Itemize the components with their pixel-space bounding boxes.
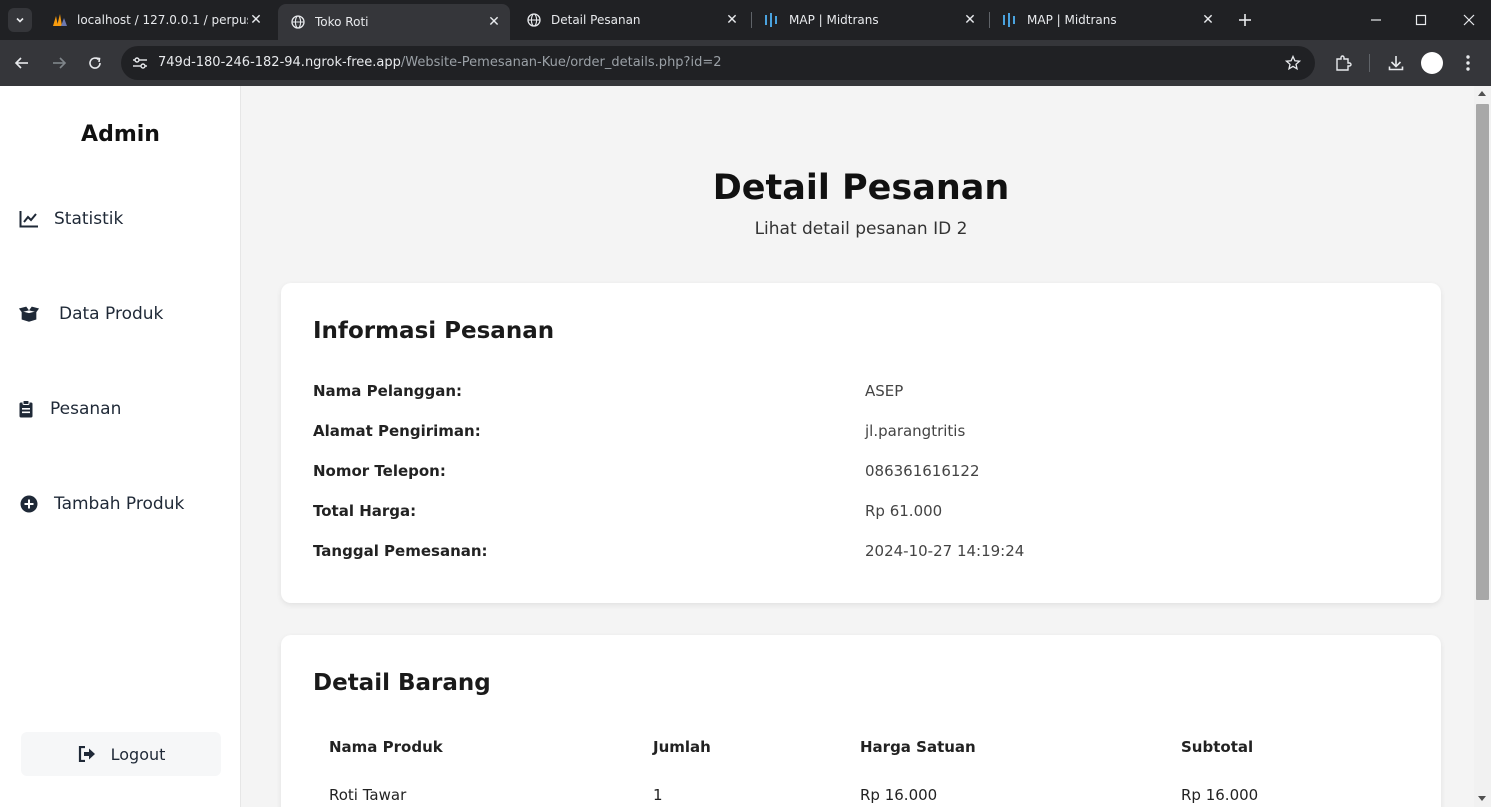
page-scrollbar[interactable]	[1474, 86, 1491, 807]
close-window-button[interactable]	[1457, 8, 1481, 32]
scrollbar-thumb[interactable]	[1476, 104, 1489, 600]
reload-button[interactable]	[83, 51, 107, 75]
tab-label: MAP | Midtrans	[1027, 13, 1117, 27]
sidebar: Admin Statistik Data Produk Pesanan Tamb…	[0, 86, 241, 807]
chart-line-icon	[18, 208, 40, 230]
close-icon[interactable]: ✕	[962, 12, 978, 28]
tab-toko-roti[interactable]: Toko Roti ✕	[278, 4, 510, 40]
sidebar-item-label: Statistik	[54, 209, 124, 229]
chevron-down-icon	[16, 17, 24, 23]
close-icon[interactable]: ✕	[248, 12, 264, 28]
url-path: /Website-Pemesanan-Kue/order_details.php…	[400, 55, 722, 70]
info-label: Nomor Telepon:	[313, 462, 446, 480]
column-header: Jumlah	[653, 738, 711, 756]
reload-icon	[89, 57, 101, 69]
download-icon	[1388, 56, 1404, 71]
url-host: 749d-180-246-182-94.ngrok-free.app	[158, 55, 401, 70]
close-icon[interactable]: ✕	[1200, 12, 1216, 28]
arrow-left-icon	[14, 57, 28, 69]
table-cell: Rp 16.000	[1181, 786, 1259, 804]
logout-button[interactable]: Logout	[21, 732, 221, 776]
column-header: Harga Satuan	[860, 738, 976, 756]
logout-label: Logout	[110, 744, 166, 764]
site-settings-icon[interactable]	[131, 54, 149, 72]
order-info-heading: Informasi Pesanan	[313, 318, 555, 344]
info-value: 086361616122	[865, 462, 980, 480]
info-value: 2024-10-27 14:19:24	[865, 542, 1025, 560]
main-content: Detail Pesanan Lihat detail pesanan ID 2…	[241, 86, 1474, 807]
close-icon	[1463, 14, 1475, 26]
toolbar-divider	[1369, 54, 1370, 72]
maximize-button[interactable]	[1409, 8, 1433, 32]
globe-icon	[290, 14, 306, 30]
midtrans-icon	[1002, 12, 1018, 28]
close-icon[interactable]: ✕	[486, 14, 502, 30]
plus-circle-icon	[18, 493, 40, 515]
column-header: Subtotal	[1181, 738, 1254, 756]
tab-label: MAP | Midtrans	[789, 13, 879, 27]
bookmark-star-icon[interactable]	[1283, 53, 1303, 73]
info-value: Rp 61.000	[865, 502, 943, 520]
browser-toolbar: 749d-180-246-182-94.ngrok-free.app/Websi…	[0, 40, 1491, 86]
globe-icon	[526, 12, 542, 28]
tab-label: Detail Pesanan	[551, 13, 641, 27]
minimize-icon	[1371, 19, 1381, 21]
sidebar-item-label: Tambah Produk	[54, 494, 185, 514]
page-title: Detail Pesanan	[712, 168, 1010, 208]
tab-midtrans-2[interactable]: MAP | Midtrans ✕	[990, 6, 1224, 34]
tab-phpmyadmin[interactable]: localhost / 127.0.0.1 / perpustak ✕	[40, 6, 272, 34]
info-label: Nama Pelanggan:	[313, 382, 463, 400]
phpmyadmin-icon	[52, 12, 68, 28]
sidebar-item-pesanan[interactable]: Pesanan	[18, 398, 121, 420]
tab-label: Toko Roti	[315, 15, 369, 29]
page-subtitle: Lihat detail pesanan ID 2	[754, 219, 968, 239]
address-bar[interactable]: 749d-180-246-182-94.ngrok-free.app/Websi…	[121, 46, 1315, 80]
scroll-up-icon[interactable]	[1478, 91, 1486, 96]
browser-menu-button[interactable]	[1456, 51, 1480, 75]
info-value: jl.parangtritis	[865, 422, 966, 440]
order-items-card: Detail Barang Nama Produk Jumlah Harga S…	[281, 635, 1441, 807]
tab-label: localhost / 127.0.0.1 / perpustak	[77, 13, 248, 27]
order-info-card: Informasi Pesanan Nama Pelanggan: ASEP A…	[281, 283, 1441, 603]
extensions-button[interactable]	[1331, 51, 1355, 75]
more-vertical-icon	[1466, 55, 1470, 71]
table-cell: 1	[653, 786, 663, 804]
info-label: Total Harga:	[313, 502, 417, 520]
tab-detail-pesanan[interactable]: Detail Pesanan ✕	[514, 6, 748, 34]
scroll-down-icon[interactable]	[1478, 796, 1486, 801]
sidebar-item-tambah-produk[interactable]: Tambah Produk	[18, 493, 184, 515]
url-text[interactable]: 749d-180-246-182-94.ngrok-free.app/Websi…	[158, 55, 721, 70]
tab-search-button[interactable]	[8, 8, 32, 32]
info-label: Tanggal Pemesanan:	[313, 542, 488, 560]
new-tab-button[interactable]	[1235, 10, 1255, 30]
browser-tab-bar: localhost / 127.0.0.1 / perpustak ✕ Toko…	[0, 0, 1491, 40]
info-label: Alamat Pengiriman:	[313, 422, 481, 440]
info-value: ASEP	[865, 382, 904, 400]
back-button[interactable]	[10, 51, 34, 75]
sign-out-icon	[77, 744, 97, 764]
order-items-heading: Detail Barang	[313, 670, 491, 696]
clipboard-icon	[18, 398, 34, 420]
forward-button[interactable]	[47, 51, 71, 75]
downloads-button[interactable]	[1384, 51, 1408, 75]
tab-midtrans-1[interactable]: MAP | Midtrans ✕	[752, 6, 986, 34]
table-cell: Rp 16.000	[860, 786, 938, 804]
box-open-icon	[18, 303, 40, 325]
close-icon[interactable]: ✕	[724, 12, 740, 28]
plus-icon	[1239, 14, 1251, 26]
table-cell: Roti Tawar	[329, 786, 407, 804]
sidebar-item-data-produk[interactable]: Data Produk	[18, 303, 163, 325]
puzzle-icon	[1336, 55, 1352, 71]
sidebar-item-statistik[interactable]: Statistik	[18, 208, 123, 230]
arrow-right-icon	[53, 57, 67, 69]
sidebar-item-label: Data Produk	[59, 304, 164, 324]
midtrans-icon	[764, 12, 780, 28]
column-header: Nama Produk	[329, 738, 443, 756]
page-viewport: Admin Statistik Data Produk Pesanan Tamb…	[0, 86, 1491, 807]
minimize-button[interactable]	[1364, 8, 1388, 32]
sidebar-brand: Admin	[81, 122, 160, 147]
maximize-icon	[1415, 14, 1427, 26]
profile-avatar[interactable]	[1421, 52, 1443, 74]
sidebar-item-label: Pesanan	[50, 399, 122, 419]
